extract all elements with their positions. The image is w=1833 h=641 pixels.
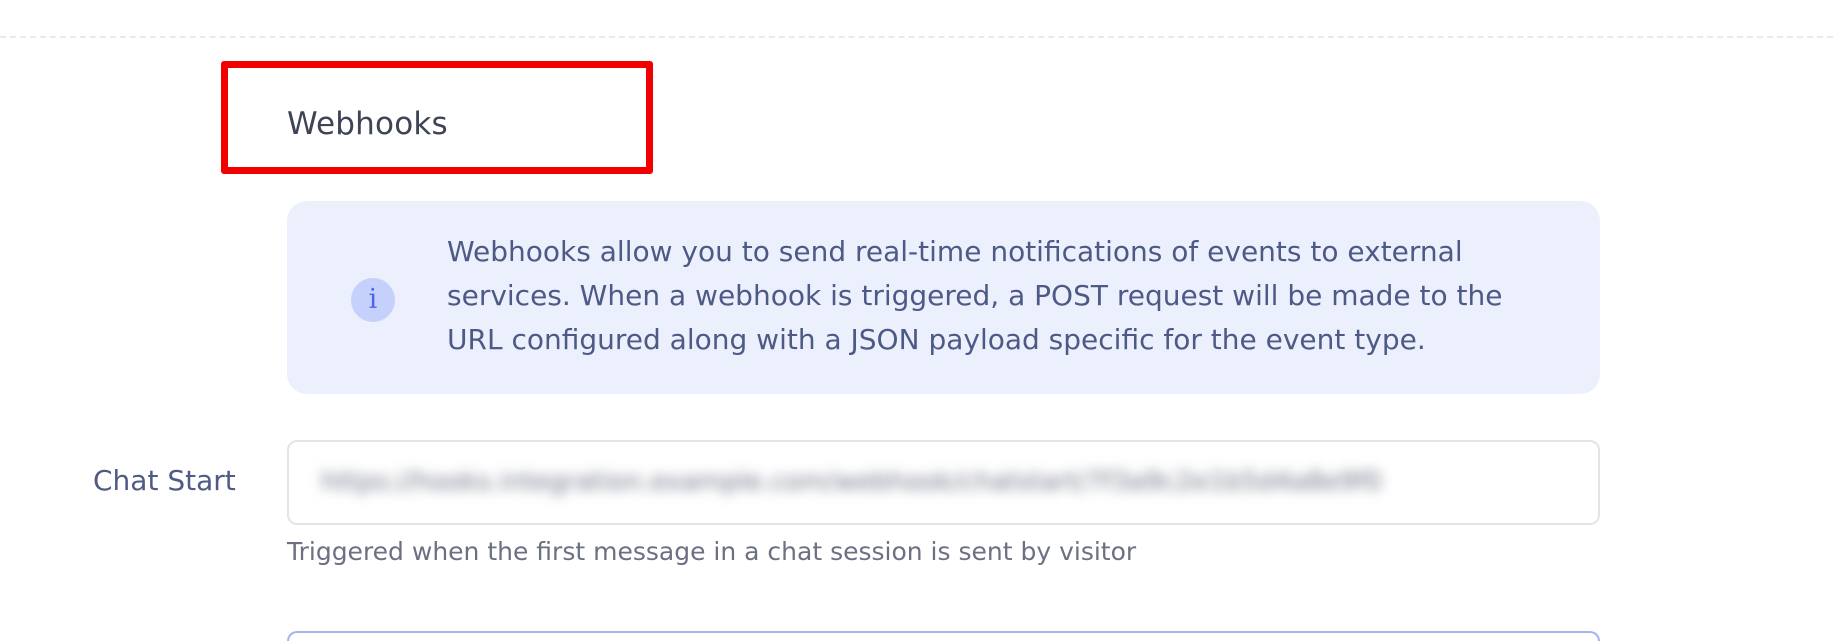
webhooks-settings-page: Webhooks i Webhooks allow you to send re… <box>0 0 1833 641</box>
top-divider <box>0 36 1833 38</box>
chat-start-label: Chat Start <box>93 464 236 497</box>
next-webhook-url-input[interactable] <box>287 631 1600 641</box>
info-banner-text: Webhooks allow you to send real-time not… <box>447 235 1503 356</box>
chat-start-help-text: Triggered when the first message in a ch… <box>287 537 1137 566</box>
chat-start-url-input[interactable]: https://hooks.integration.example.com/we… <box>287 440 1600 525</box>
info-icon: i <box>351 278 395 322</box>
section-title: Webhooks <box>287 106 448 142</box>
chat-start-url-value: https://hooks.integration.example.com/we… <box>321 467 1381 497</box>
info-banner: i Webhooks allow you to send real-time n… <box>287 201 1600 394</box>
